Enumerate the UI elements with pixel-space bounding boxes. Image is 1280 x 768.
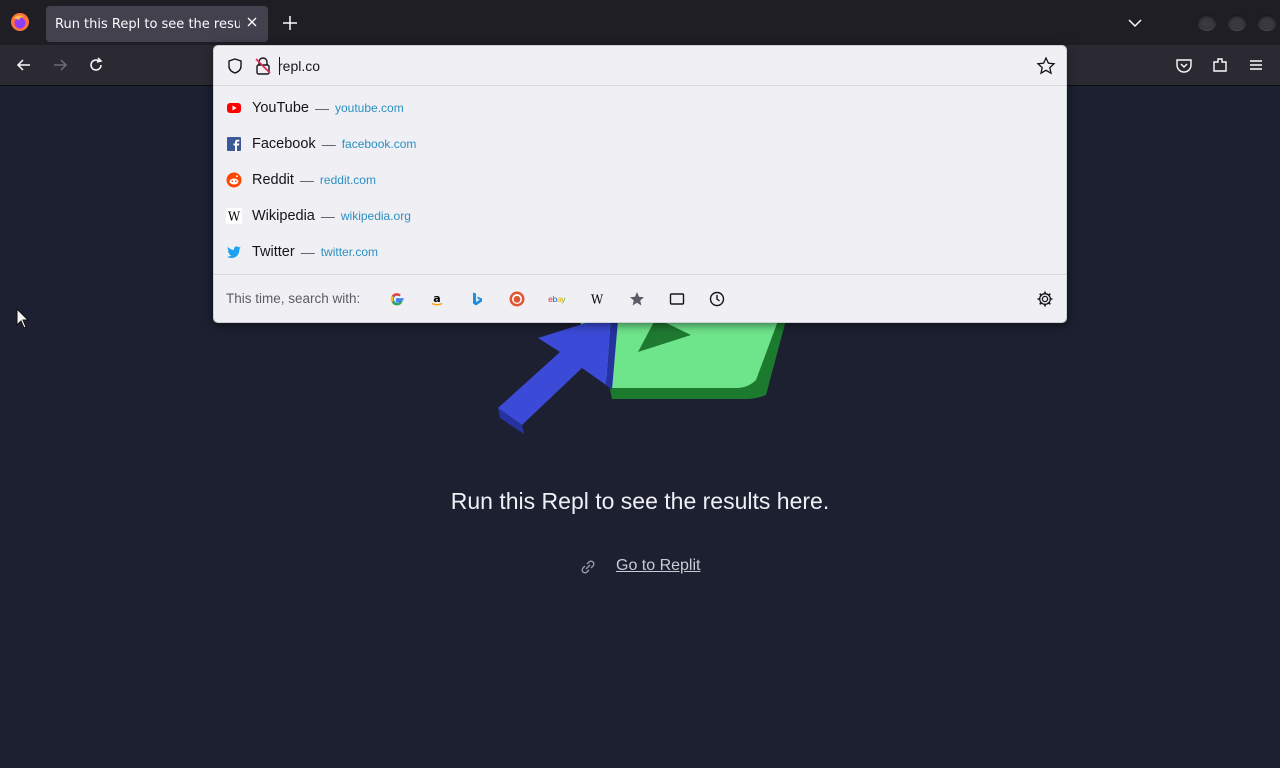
shield-icon[interactable] <box>226 57 244 75</box>
firefox-logo-icon[interactable] <box>10 12 30 32</box>
close-window-button[interactable] <box>1258 14 1276 30</box>
amazon-icon[interactable]: a <box>428 290 446 308</box>
suggestion-title: Facebook <box>252 136 316 152</box>
suggestion-url: wikipedia.org <box>340 209 411 223</box>
urlbar <box>214 46 1066 86</box>
svg-text:y: y <box>561 295 566 304</box>
history-icon[interactable] <box>708 290 726 308</box>
suggestion-separator: — <box>300 244 315 260</box>
pocket-icon[interactable] <box>1174 55 1194 75</box>
suggestion-youtube[interactable]: YouTube — youtube.com <box>214 90 1066 126</box>
menu-icon[interactable] <box>1246 55 1266 75</box>
reddit-icon <box>226 172 242 188</box>
new-tab-icon[interactable] <box>280 13 300 33</box>
svg-text:W: W <box>591 293 604 307</box>
duckduckgo-icon[interactable] <box>508 290 526 308</box>
suggestion-url: reddit.com <box>319 173 376 187</box>
mouse-pointer-icon <box>16 308 30 329</box>
svg-text:a: a <box>433 292 440 305</box>
suggestion-twitter[interactable]: Twitter — twitter.com <box>214 234 1066 270</box>
twitter-icon <box>226 244 242 260</box>
minimize-button[interactable] <box>1198 14 1216 30</box>
run-message: Run this Repl to see the results here. <box>450 488 830 514</box>
back-icon[interactable] <box>14 55 34 75</box>
forward-icon[interactable] <box>50 55 70 75</box>
tab-active[interactable]: Run this Repl to see the results here. <box>46 6 268 42</box>
google-icon[interactable] <box>388 290 406 308</box>
go-to-replit-link[interactable]: Go to Replit <box>616 557 700 575</box>
chevron-down-icon[interactable] <box>1126 14 1144 32</box>
suggestion-facebook[interactable]: Facebook — facebook.com <box>214 126 1066 162</box>
extensions-icon[interactable] <box>1210 55 1230 75</box>
maximize-button[interactable] <box>1228 14 1246 30</box>
divider <box>214 274 1066 275</box>
reload-icon[interactable] <box>86 55 106 75</box>
bookmarks-icon[interactable] <box>628 290 646 308</box>
ebay-icon[interactable]: ebay <box>548 290 566 308</box>
tabs-icon[interactable] <box>668 290 686 308</box>
search-with-label: This time, search with: <box>226 291 361 306</box>
suggestion-separator: — <box>299 172 314 188</box>
text-caret <box>279 57 280 75</box>
bookmark-star-icon[interactable] <box>1036 56 1056 76</box>
tab-bar: Run this Repl to see the results here. <box>0 0 1280 45</box>
url-input[interactable] <box>278 55 978 77</box>
suggestion-separator: — <box>314 100 329 116</box>
suggestion-title: YouTube <box>252 100 309 116</box>
tab-title: Run this Repl to see the results here. <box>55 16 240 32</box>
suggestion-wikipedia[interactable]: W Wikipedia — wikipedia.org <box>214 198 1066 234</box>
insecure-lock-icon[interactable] <box>254 56 272 76</box>
suggestion-title: Reddit <box>252 172 294 188</box>
svg-text:W: W <box>228 210 241 224</box>
suggestion-separator: — <box>321 136 336 152</box>
suggestion-separator: — <box>320 208 335 224</box>
suggestion-title: Twitter <box>252 244 295 260</box>
suggestion-url: twitter.com <box>320 245 379 259</box>
urlbar-dropdown: YouTube — youtube.com Facebook — faceboo… <box>213 45 1067 323</box>
facebook-icon <box>226 136 242 152</box>
close-tab-icon[interactable] <box>244 14 260 30</box>
link-icon <box>581 560 595 574</box>
suggestion-list: YouTube — youtube.com Facebook — faceboo… <box>214 90 1066 270</box>
wikipedia-icon[interactable]: W <box>588 290 606 308</box>
wikipedia-icon: W <box>226 208 242 224</box>
suggestion-title: Wikipedia <box>252 208 315 224</box>
youtube-icon <box>226 100 242 116</box>
suggestion-reddit[interactable]: Reddit — reddit.com <box>214 162 1066 198</box>
gear-icon[interactable] <box>1036 290 1054 308</box>
suggestion-url: facebook.com <box>341 137 417 151</box>
bing-icon[interactable] <box>468 290 486 308</box>
suggestion-url: youtube.com <box>334 101 404 115</box>
